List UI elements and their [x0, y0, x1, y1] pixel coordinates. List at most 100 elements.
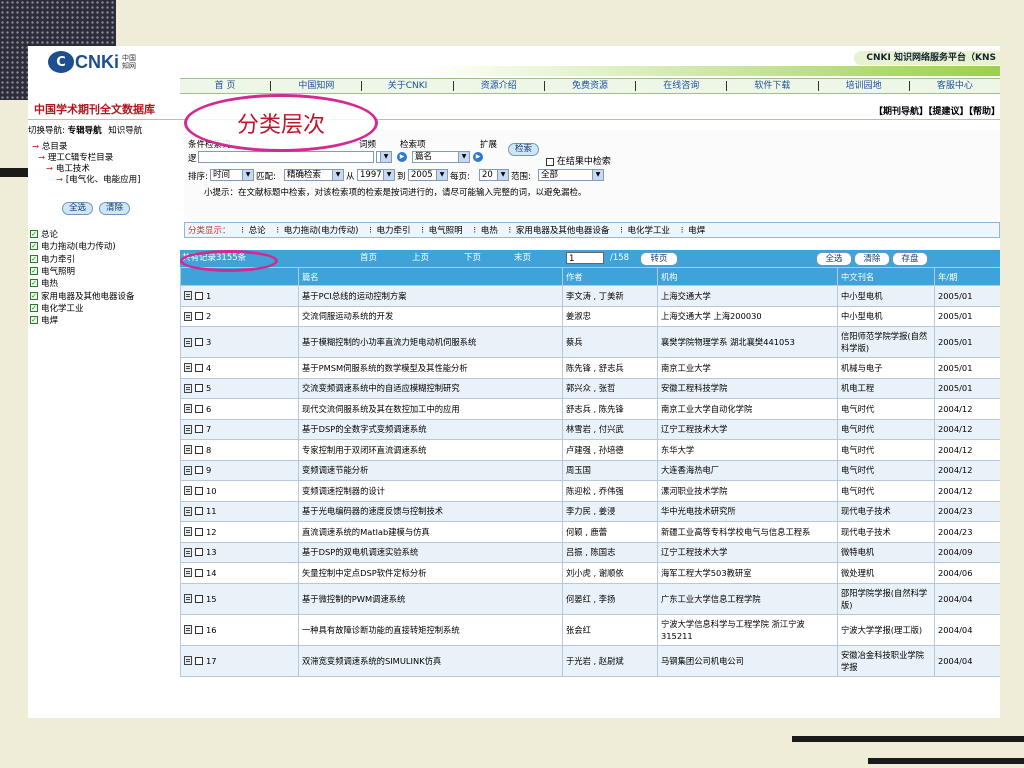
category-checkbox-item[interactable]: ✓ 家用电器及其他电器设备	[30, 290, 135, 302]
tree-node[interactable]: ➞ [电气化、电能应用]	[32, 175, 140, 186]
journal-cell[interactable]: 微特电机	[837, 541, 935, 563]
institution-cell[interactable]: 南京工业大学	[657, 357, 838, 379]
category-checkbox-item[interactable]: ✓ 电热	[30, 277, 58, 289]
institution-cell[interactable]: 上海交通大学	[657, 285, 838, 307]
article-title-link[interactable]: 变频调速控制器的设计	[298, 480, 563, 502]
institution-cell[interactable]: 马钢集团公司机电公司	[657, 644, 838, 677]
last-page-link[interactable]: 末页	[514, 250, 531, 267]
checkbox-checked-icon[interactable]: ✓	[30, 266, 38, 275]
prev-page-link[interactable]: 上页	[412, 250, 429, 267]
table-row[interactable]: 7 基于DSP的全数字式变频调速系统 林雪岩 , 付兴武 辽宁工程技术大学 电气时代 20…	[180, 418, 1000, 440]
top-links[interactable]: 【期刊导航】【提建议】【帮助】	[874, 104, 1000, 117]
journal-cell[interactable]: 电气时代	[837, 439, 935, 461]
category-checkbox-item[interactable]: ✓ 电气照明	[30, 265, 75, 277]
document-icon[interactable]	[184, 311, 192, 321]
next-page-link[interactable]: 下页	[464, 250, 481, 267]
author-cell[interactable]: 刘小虎 , 谢顺依	[562, 562, 658, 584]
nav-link[interactable]: 中国知网	[271, 81, 363, 91]
checkbox-checked-icon[interactable]: ✓	[30, 303, 38, 312]
institution-cell[interactable]: 海军工程大学503教研室	[657, 562, 838, 584]
document-icon[interactable]	[184, 594, 192, 603]
document-icon[interactable]	[184, 568, 192, 578]
author-cell[interactable]: 吕振 , 陈国志	[562, 541, 658, 563]
author-cell[interactable]: 林雪岩 , 付兴武	[562, 418, 658, 440]
year-to-select[interactable]: 2005 ▼	[408, 169, 448, 181]
table-row[interactable]: 13 基于DSP的双电机调速实验系统 吕振 , 陈国志 辽宁工程技术大学 微特电机 200…	[180, 541, 1000, 563]
table-row[interactable]: 8 专家控制用于双闭环直流调速系统 卢建强 , 孙培德 东华大学 电气时代 2004/12	[180, 439, 1000, 461]
journal-cell[interactable]: 电气时代	[837, 398, 935, 420]
category-link[interactable]: 电热	[481, 226, 498, 236]
nav-link[interactable]: 在线咨询	[636, 81, 728, 91]
article-title-link[interactable]: 基于微控制的PWM调速系统	[298, 582, 563, 615]
tree-node[interactable]: ➞ 总目录	[32, 142, 140, 153]
match-select[interactable]: 精确检索 ▼	[284, 169, 344, 181]
table-row[interactable]: 1 基于PCI总线的运动控制方案 李文涛 , 丁美新 上海交通大学 中小型电机 2005/…	[180, 285, 1000, 307]
institution-cell[interactable]: 上海交通大学 上海200030	[657, 305, 838, 327]
clear-button[interactable]: 清除	[99, 202, 131, 215]
row-checkbox[interactable]	[195, 425, 203, 434]
author-cell[interactable]: 李文涛 , 丁美新	[562, 285, 658, 307]
author-cell[interactable]: 于光岩 , 赵尉斌	[562, 644, 658, 677]
nav-link[interactable]: 首 页	[180, 81, 272, 91]
nav-link[interactable]: 资源介绍	[454, 81, 545, 91]
row-checkbox[interactable]	[195, 363, 203, 372]
author-cell[interactable]: 郭兴众 , 张哲	[562, 377, 658, 399]
row-checkbox[interactable]	[195, 312, 203, 321]
category-link[interactable]: 总论	[249, 226, 266, 236]
document-icon[interactable]	[184, 424, 192, 434]
author-cell[interactable]: 李力民 , 姜浸	[562, 500, 658, 522]
tab-knowledge-nav[interactable]: 知识导航	[108, 126, 142, 136]
per-page-select[interactable]: 20 ▼	[479, 169, 509, 181]
nav-link[interactable]: 软件下载	[727, 81, 819, 91]
nav-link[interactable]: 关于CNKI	[362, 81, 454, 91]
cnki-logo[interactable]: C CNKi 中国知网	[48, 50, 136, 74]
category-checkbox-item[interactable]: ✓ 电焊	[30, 314, 58, 326]
checkbox-checked-icon[interactable]: ✓	[30, 230, 38, 238]
row-checkbox[interactable]	[195, 625, 203, 634]
journal-cell[interactable]: 中小型电机	[837, 285, 935, 307]
author-cell[interactable]: 陈迎松 , 乔伟强	[562, 480, 658, 502]
institution-cell[interactable]: 辽宁工程技术大学	[657, 541, 838, 563]
journal-cell[interactable]: 宁波大学学报(理工版)	[837, 613, 935, 646]
institution-cell[interactable]: 东华大学	[657, 439, 838, 461]
document-icon[interactable]	[184, 486, 192, 496]
tree-node[interactable]: ➞ 理工C辑专栏目录	[32, 153, 140, 164]
table-row[interactable]: 3 基于模糊控制的小功率直流力矩电动机伺服系统 蔡兵 襄樊学院物理学系 湖北襄樊441…	[180, 326, 1000, 358]
category-link[interactable]: 电力拖动(电力传动)	[284, 226, 359, 236]
row-checkbox[interactable]	[195, 507, 203, 516]
range-select[interactable]: 全部 ▼	[538, 169, 604, 181]
table-row[interactable]: 4 基于PMSM伺服系统的数学模型及其性能分析 陈先锋 , 舒志兵 南京工业大学 机械与…	[180, 357, 1000, 379]
page-input[interactable]: 1	[566, 252, 604, 264]
category-link[interactable]: 电力牵引	[377, 226, 411, 236]
nav-link[interactable]: 客服中心	[910, 81, 1000, 91]
table-row[interactable]: 9 变频调速节能分析 周玉国 大连香海热电厂 电气时代 2004/12	[180, 459, 1000, 481]
expand-icon[interactable]: ▶	[473, 152, 483, 162]
journal-cell[interactable]: 电气时代	[837, 480, 935, 502]
author-cell[interactable]: 张会红	[562, 613, 658, 646]
article-title-link[interactable]: 基于光电编码器的速度反馈与控制技术	[298, 500, 563, 522]
table-row[interactable]: 5 交流变频调速系统中的自适应模糊控制研究 郭兴众 , 张哲 安徽工程科技学院 机电工程…	[180, 377, 1000, 399]
row-checkbox[interactable]	[195, 404, 203, 413]
tree-node[interactable]: ➞ 电工技术	[32, 164, 140, 175]
author-cell[interactable]: 舒志兵 , 陈先锋	[562, 398, 658, 420]
article-title-link[interactable]: 现代交流伺服系统及其在数控加工中的应用	[298, 398, 563, 420]
article-title-link[interactable]: 双滞宽变频调速系统的SIMULINK仿真	[298, 644, 563, 677]
journal-cell[interactable]: 现代电子技术	[837, 521, 935, 543]
save-button[interactable]: 存盘	[892, 252, 928, 266]
author-cell[interactable]: 何颖 , 鹿蕾	[562, 521, 658, 543]
journal-cell[interactable]: 机电工程	[837, 377, 935, 399]
author-cell[interactable]: 卢建强 , 孙培德	[562, 439, 658, 461]
row-checkbox[interactable]	[195, 527, 203, 536]
article-title-link[interactable]: 专家控制用于双闭环直流调速系统	[298, 439, 563, 461]
category-link[interactable]: 电气照明	[429, 226, 463, 236]
institution-cell[interactable]: 宁波大学信息科学与工程学院 浙江宁波315211	[657, 613, 838, 646]
row-checkbox[interactable]	[195, 594, 203, 603]
document-icon[interactable]	[184, 445, 192, 455]
journal-cell[interactable]: 现代电子技术	[837, 500, 935, 522]
category-link[interactable]: 家用电器及其他电器设备	[516, 226, 610, 236]
table-row[interactable]: 2 交流伺服运动系统的开发 姜淑忠 上海交通大学 上海200030 中小型电机 2005/…	[180, 305, 1000, 327]
field-select[interactable]: 篇名 ▼	[412, 151, 470, 163]
author-cell[interactable]: 蔡兵	[562, 326, 658, 358]
article-title-link[interactable]: 矢量控制中定点DSP软件定标分析	[298, 562, 563, 584]
select-all-button[interactable]: 全选	[62, 202, 94, 215]
